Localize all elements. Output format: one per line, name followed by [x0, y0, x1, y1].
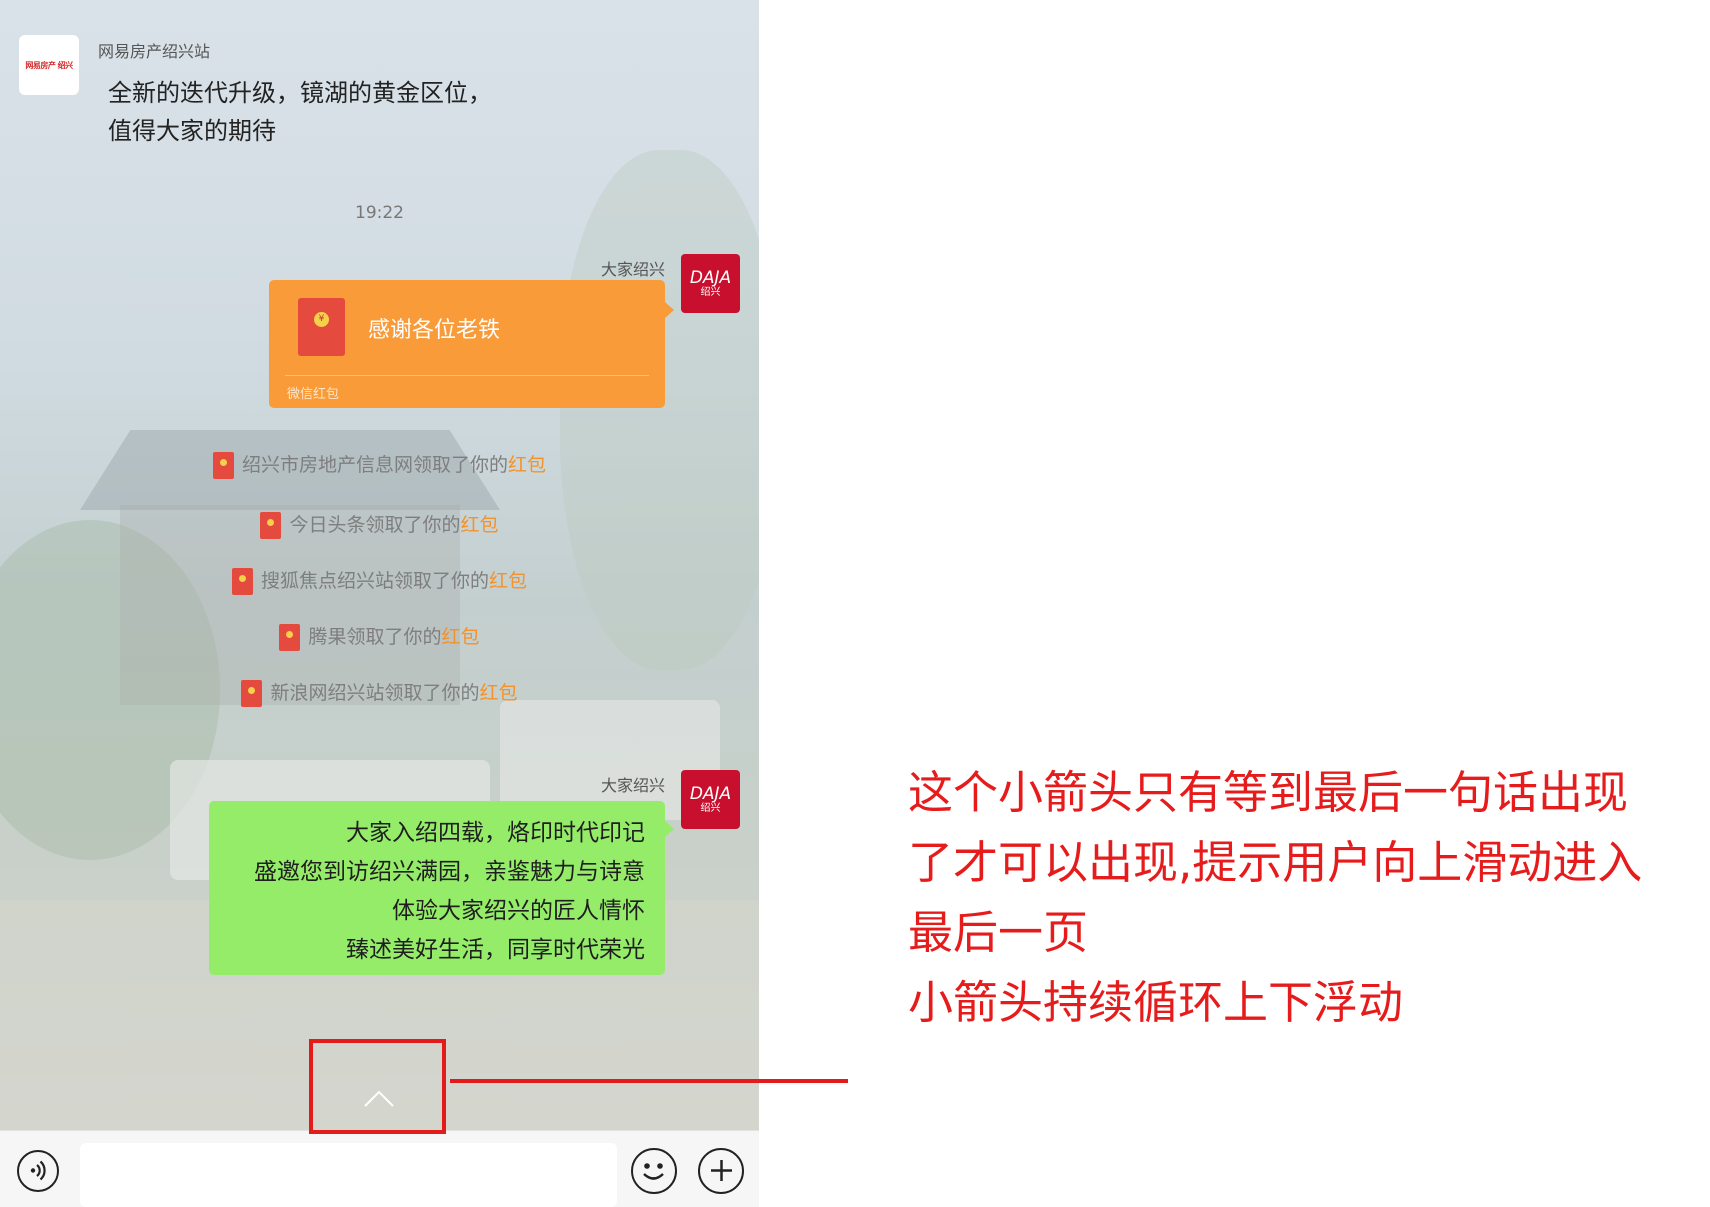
- sender-logo-text: 网易房产 绍兴: [25, 60, 73, 70]
- claim-notice: 搜狐焦点绍兴站领取了你的红包: [0, 566, 759, 595]
- message-text: 全新的迭代升级，镜湖的黄金区位， 值得大家的期待: [108, 79, 492, 145]
- annotation-line: 最后一页: [908, 906, 1089, 959]
- claim-notice: 腾果领取了你的红包: [0, 622, 759, 651]
- coin-icon: ¥: [314, 312, 329, 327]
- annotation-line: 小箭头持续循环上下浮动: [908, 976, 1404, 1029]
- highlight-box: [309, 1039, 446, 1134]
- claim-highlight[interactable]: 红包: [508, 454, 546, 476]
- avatar-sub-text: 绍兴: [700, 802, 721, 814]
- claim-text: 新浪网绍兴站领取了你的: [270, 682, 480, 704]
- self-name: 大家绍兴: [600, 776, 665, 795]
- red-packet-label: 微信红包: [287, 387, 340, 402]
- claim-highlight[interactable]: 红包: [461, 514, 499, 536]
- input-bar: [0, 1130, 759, 1207]
- red-envelope-icon: [212, 452, 234, 479]
- avatar[interactable]: DAJA 绍兴: [681, 254, 740, 313]
- sender-name: 网易房产绍兴站: [98, 42, 211, 61]
- divider: [285, 375, 649, 376]
- plus-icon[interactable]: [698, 1148, 744, 1194]
- red-envelope-icon: [260, 512, 282, 539]
- message-bubble[interactable]: 大家入绍四载，烙印时代印记 盛邀您到访绍兴满园，亲鉴魅力与诗意 体验大家绍兴的匠…: [209, 801, 674, 975]
- avatar[interactable]: DAJA 绍兴: [681, 770, 740, 829]
- claim-text: 绍兴市房地产信息网领取了你的: [241, 454, 508, 476]
- claim-notice: 新浪网绍兴站领取了你的红包: [0, 678, 759, 707]
- red-envelope-icon: [231, 568, 253, 595]
- message-input[interactable]: [80, 1143, 617, 1207]
- emoji-icon[interactable]: [631, 1148, 677, 1194]
- timestamp: 19:22: [355, 203, 404, 223]
- self-name: 大家绍兴: [600, 260, 665, 279]
- message-line: 盛邀您到访绍兴满园，亲鉴魅力与诗意: [254, 859, 645, 885]
- claim-highlight[interactable]: 红包: [480, 682, 518, 704]
- avatar-logo-text: DAJA: [689, 267, 732, 288]
- claim-notice: 今日头条领取了你的红包: [0, 510, 759, 539]
- claim-text: 今日头条领取了你的: [289, 514, 461, 536]
- annotation-line: 这个小箭头只有等到最后一句话出现: [908, 766, 1629, 819]
- annotation-line: 了才可以出现,提示用户向上滑动进入: [908, 836, 1643, 889]
- red-packet-title: 感谢各位老铁: [368, 318, 501, 343]
- claim-notice: 绍兴市房地产信息网领取了你的红包: [0, 450, 759, 479]
- red-packet-bubble[interactable]: ¥ 感谢各位老铁 微信红包: [269, 280, 674, 408]
- red-envelope-icon: [241, 680, 263, 707]
- claim-text: 腾果领取了你的: [308, 626, 442, 648]
- chat-screen: 网易房产 绍兴 网易房产绍兴站 全新的迭代升级，镜湖的黄金区位， 值得大家的期待…: [0, 0, 759, 1207]
- voice-icon[interactable]: [17, 1150, 59, 1192]
- claim-highlight[interactable]: 红包: [489, 570, 527, 592]
- callout-line: [450, 1079, 848, 1083]
- red-envelope-icon: [279, 624, 301, 651]
- red-envelope-icon: ¥: [298, 298, 345, 356]
- message-line: 大家入绍四载，烙印时代印记: [346, 820, 645, 846]
- avatar-sub-text: 绍兴: [700, 286, 721, 298]
- message-line: 体验大家绍兴的匠人情怀: [392, 898, 645, 924]
- claim-text: 搜狐焦点绍兴站领取了你的: [260, 570, 489, 592]
- avatar-logo-text: DAJA: [689, 783, 732, 804]
- claim-highlight[interactable]: 红包: [442, 626, 480, 648]
- sender-avatar[interactable]: 网易房产 绍兴: [19, 35, 79, 95]
- annotation-note: 这个小箭头只有等到最后一句话出现 了才可以出现,提示用户向上滑动进入 最后一页 …: [908, 758, 1708, 1038]
- message-line: 臻述美好生活，同享时代荣光: [346, 937, 645, 963]
